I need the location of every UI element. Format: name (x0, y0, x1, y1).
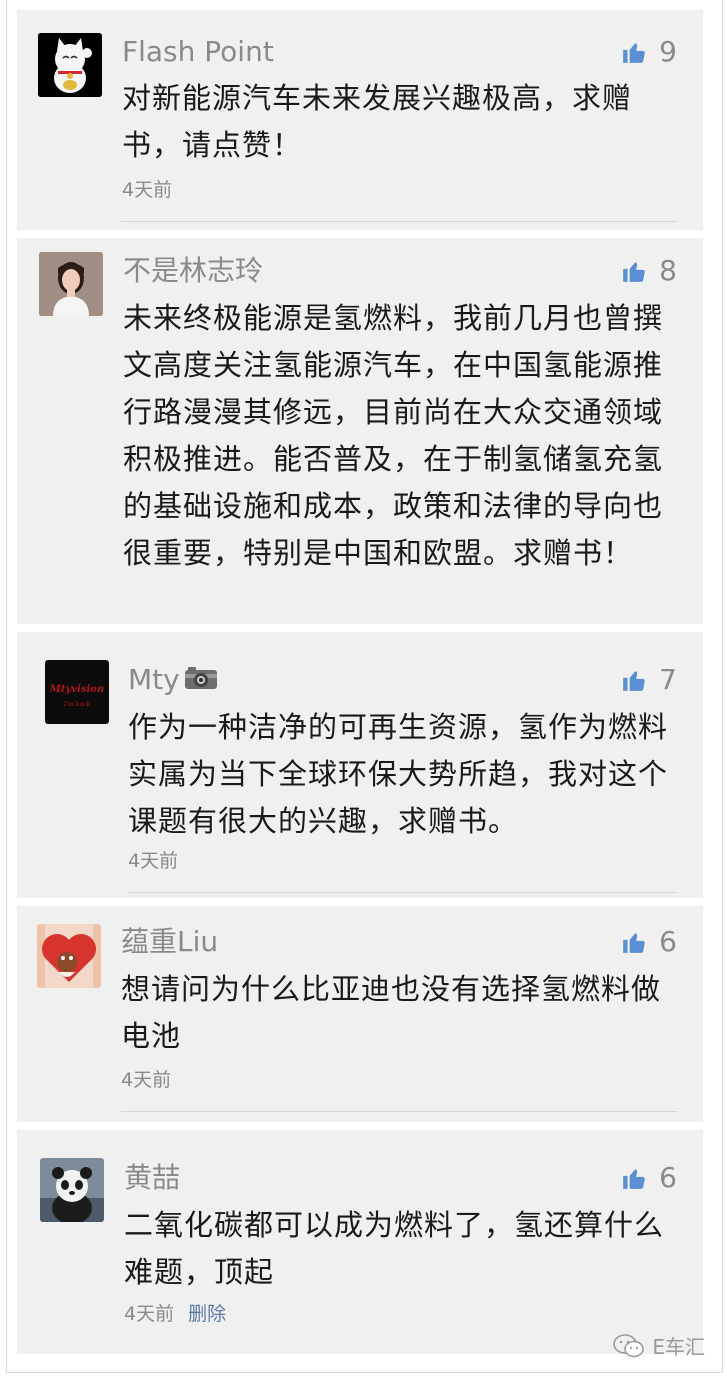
watermark-text: E车汇 (652, 1335, 705, 1359)
delete-link[interactable]: 删除 (188, 1303, 226, 1325)
comment-card: 蕴重Liu 6 想请问为什么比亚迪也没有选择氢燃料做电池 4天前 (17, 906, 703, 1122)
divider (128, 892, 677, 893)
comment-card: 黄喆 6 二氧化碳都可以成为燃料了，氢还算什么难题，顶起 4天前 删除 (17, 1130, 703, 1354)
commenter-name[interactable]: 不是林志玲 (123, 253, 263, 289)
like-count: 8 (659, 254, 677, 287)
comment-meta: 4天前 删除 (124, 1302, 226, 1326)
lucky-cat-avatar[interactable] (38, 33, 102, 97)
like-button[interactable]: 6 (621, 924, 677, 960)
thumbs-up-icon (623, 933, 645, 953)
woman-portrait-avatar[interactable] (39, 252, 103, 316)
camera-icon (184, 663, 218, 699)
commenter-name[interactable]: 黄喆 (124, 1160, 180, 1196)
like-button[interactable]: 9 (621, 34, 677, 70)
thumbs-up-icon (623, 1169, 645, 1189)
like-button[interactable]: 8 (621, 253, 677, 289)
comment-time: 4天前 (124, 1303, 175, 1325)
thumbs-up-icon (623, 671, 645, 691)
comment-card: 不是林志玲 8 未来终极能源是氢燃料，我前几月也曾撰文高度关注氢能源汽车，在中国… (17, 238, 703, 624)
divider (121, 1111, 677, 1112)
comment-time: 4天前 (122, 179, 173, 201)
like-button[interactable]: 7 (621, 662, 677, 698)
comment-time: 4天前 (128, 850, 179, 872)
comment-time: 4天前 (121, 1069, 172, 1091)
thumbs-up-icon (623, 262, 645, 282)
panda-avatar[interactable] (40, 1158, 104, 1222)
comment-card: Mtyvision I'm back Mty 7 作为一种洁净的可再生资源，氢作… (17, 632, 703, 898)
comment-content: 想请问为什么比亚迪也没有选择氢燃料做电池 (121, 972, 662, 1053)
dark-logo-avatar[interactable]: Mtyvision I'm back (45, 660, 109, 724)
comment-content: 作为一种洁净的可再生资源，氢作为燃料实属为当下全球环保大势所趋，我对这个课题有很… (128, 710, 669, 838)
comment-content: 未来终极能源是氢燃料，我前几月也曾撰文高度关注氢能源汽车，在中国氢能源推行路漫漫… (123, 301, 664, 570)
avatar-logo-text: Mtyvision (49, 684, 104, 695)
commenter-name[interactable]: Flash Point (122, 34, 274, 70)
commenter-name[interactable]: 蕴重Liu (121, 924, 218, 960)
divider (121, 221, 677, 222)
avatar-logo-subtext: I'm back (64, 701, 90, 708)
comment-content: 二氧化碳都可以成为燃料了，氢还算什么难题，顶起 (124, 1208, 665, 1289)
like-button[interactable]: 6 (621, 1160, 677, 1196)
commenter-name-text: Mty (128, 663, 180, 696)
like-count: 7 (659, 663, 677, 696)
like-count: 9 (659, 35, 677, 68)
like-count: 6 (659, 1161, 677, 1194)
wechat-icon (613, 1333, 645, 1357)
like-count: 6 (659, 925, 677, 958)
comment-content: 对新能源汽车未来发展兴趣极高，求赠书，请点赞！ (122, 81, 633, 162)
heart-cartoon-avatar[interactable] (37, 924, 101, 988)
thumbs-up-icon (623, 43, 645, 63)
comment-card: Flash Point 9 对新能源汽车未来发展兴趣极高，求赠书，请点赞！ 4天… (17, 10, 703, 230)
commenter-name[interactable]: Mty (128, 662, 218, 699)
watermark: E车汇 (612, 1331, 705, 1360)
